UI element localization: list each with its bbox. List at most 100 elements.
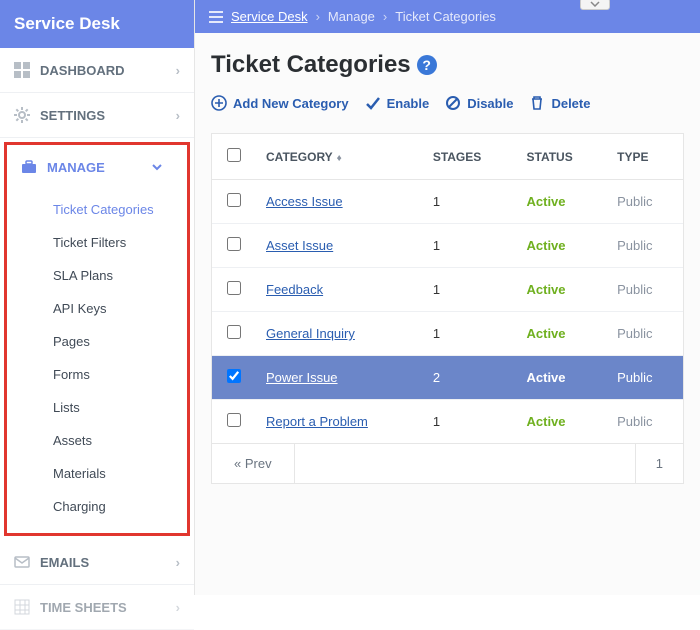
delete-button[interactable]: Delete xyxy=(529,95,590,111)
disable-icon xyxy=(445,95,461,111)
nav-timesheets[interactable]: TIME SHEETS › xyxy=(0,585,194,630)
row-checkbox[interactable] xyxy=(227,237,241,251)
delete-label: Delete xyxy=(551,96,590,111)
briefcase-icon xyxy=(21,159,37,175)
cell-stages: 1 xyxy=(423,180,517,224)
sort-icon: ♦ xyxy=(337,153,342,164)
row-checkbox[interactable] xyxy=(227,193,241,207)
enable-label: Enable xyxy=(387,96,430,111)
subnav-item[interactable]: Ticket Filters xyxy=(53,226,187,259)
category-link[interactable]: Feedback xyxy=(266,282,323,297)
enable-button[interactable]: Enable xyxy=(365,95,430,111)
gear-icon xyxy=(14,107,30,123)
nav-settings[interactable]: SETTINGS › xyxy=(0,93,194,138)
chevron-right-icon: › xyxy=(176,108,180,123)
chevron-down-icon xyxy=(151,161,163,173)
menu-icon[interactable] xyxy=(209,11,223,23)
col-category[interactable]: CATEGORY ♦ xyxy=(256,134,423,180)
categories-table: CATEGORY ♦ STAGES STATUS TYPE Access Issu… xyxy=(212,134,683,443)
subnav-item[interactable]: Charging xyxy=(53,490,187,523)
table-row[interactable]: General Inquiry 1 Active Public xyxy=(212,312,683,356)
row-checkbox[interactable] xyxy=(227,325,241,339)
dashboard-icon xyxy=(14,62,30,78)
category-link[interactable]: General Inquiry xyxy=(266,326,355,341)
col-category-label: CATEGORY xyxy=(266,150,333,164)
chevron-right-icon: › xyxy=(176,555,180,570)
col-stages[interactable]: STAGES xyxy=(423,134,517,180)
col-type[interactable]: TYPE xyxy=(607,134,683,180)
category-link[interactable]: Report a Problem xyxy=(266,414,368,429)
subnav-item[interactable]: Forms xyxy=(53,358,187,391)
dropdown-toggle[interactable] xyxy=(580,0,610,10)
status-badge: Active xyxy=(527,282,566,297)
subnav-item[interactable]: Materials xyxy=(53,457,187,490)
table-row[interactable]: Power Issue 2 Active Public xyxy=(212,356,683,400)
cell-stages: 1 xyxy=(423,224,517,268)
breadcrumb: Service Desk › Manage › Ticket Categorie… xyxy=(195,0,700,33)
manage-highlight-box: MANAGE Ticket CategoriesTicket FiltersSL… xyxy=(4,142,190,536)
status-badge: Active xyxy=(527,326,566,341)
disable-label: Disable xyxy=(467,96,513,111)
add-category-button[interactable]: Add New Category xyxy=(211,95,349,111)
status-badge: Active xyxy=(527,370,566,385)
table-row[interactable]: Report a Problem 1 Active Public xyxy=(212,400,683,444)
plus-circle-icon xyxy=(211,95,227,111)
subnav-item[interactable]: Ticket Categories xyxy=(53,193,187,226)
page-title: Ticket Categories xyxy=(211,51,411,79)
col-status[interactable]: STATUS xyxy=(517,134,608,180)
row-checkbox[interactable] xyxy=(227,413,241,427)
cell-type: Public xyxy=(607,224,683,268)
chevron-down-icon xyxy=(590,1,600,7)
subnav-item[interactable]: SLA Plans xyxy=(53,259,187,292)
select-all-checkbox[interactable] xyxy=(227,148,241,162)
chevron-right-icon: › xyxy=(176,63,180,78)
cell-stages: 1 xyxy=(423,268,517,312)
nav-manage[interactable]: MANAGE xyxy=(7,145,187,189)
pager: « Prev 1 xyxy=(212,443,683,483)
table-row[interactable]: Asset Issue 1 Active Public xyxy=(212,224,683,268)
cell-type: Public xyxy=(607,180,683,224)
breadcrumb-mid: Manage xyxy=(328,9,375,24)
row-checkbox[interactable] xyxy=(227,281,241,295)
cell-stages: 1 xyxy=(423,312,517,356)
nav-settings-label: SETTINGS xyxy=(40,108,105,123)
nav-dashboard[interactable]: DASHBOARD › xyxy=(0,48,194,93)
nav-emails-label: EMAILS xyxy=(40,555,89,570)
check-icon xyxy=(365,95,381,111)
cell-type: Public xyxy=(607,312,683,356)
category-link[interactable]: Asset Issue xyxy=(266,238,333,253)
breadcrumb-leaf: Ticket Categories xyxy=(395,9,496,24)
table-row[interactable]: Access Issue1ActivePublic xyxy=(212,180,683,224)
cell-stages: 2 xyxy=(423,356,517,400)
category-link[interactable]: Access Issue xyxy=(266,194,343,209)
brand-title: Service Desk xyxy=(0,0,194,48)
add-category-label: Add New Category xyxy=(233,96,349,111)
breadcrumb-sep: › xyxy=(383,9,387,24)
cell-type: Public xyxy=(607,268,683,312)
table-row[interactable]: Feedback 1 Active Public xyxy=(212,268,683,312)
envelope-icon xyxy=(14,554,30,570)
status-badge: Active xyxy=(527,238,566,253)
breadcrumb-root[interactable]: Service Desk xyxy=(231,9,308,24)
cell-stages: 1 xyxy=(423,400,517,444)
cell-type: Public xyxy=(607,400,683,444)
pager-prev[interactable]: « Prev xyxy=(212,444,295,483)
disable-button[interactable]: Disable xyxy=(445,95,513,111)
subnav-item[interactable]: Lists xyxy=(53,391,187,424)
nav-emails[interactable]: EMAILS › xyxy=(0,540,194,585)
pager-page[interactable]: 1 xyxy=(635,444,683,483)
nav-dashboard-label: DASHBOARD xyxy=(40,63,125,78)
trash-icon xyxy=(529,95,545,111)
subnav-item[interactable]: API Keys xyxy=(53,292,187,325)
cell-type: Public xyxy=(607,356,683,400)
breadcrumb-sep: › xyxy=(316,9,320,24)
grid-icon xyxy=(14,599,30,615)
chevron-right-icon: › xyxy=(176,600,180,615)
status-badge: Active xyxy=(527,414,566,429)
help-icon[interactable]: ? xyxy=(417,55,437,75)
subnav-item[interactable]: Assets xyxy=(53,424,187,457)
nav-manage-label: MANAGE xyxy=(47,160,105,175)
subnav-item[interactable]: Pages xyxy=(53,325,187,358)
row-checkbox[interactable] xyxy=(227,369,241,383)
category-link[interactable]: Power Issue xyxy=(266,370,338,385)
